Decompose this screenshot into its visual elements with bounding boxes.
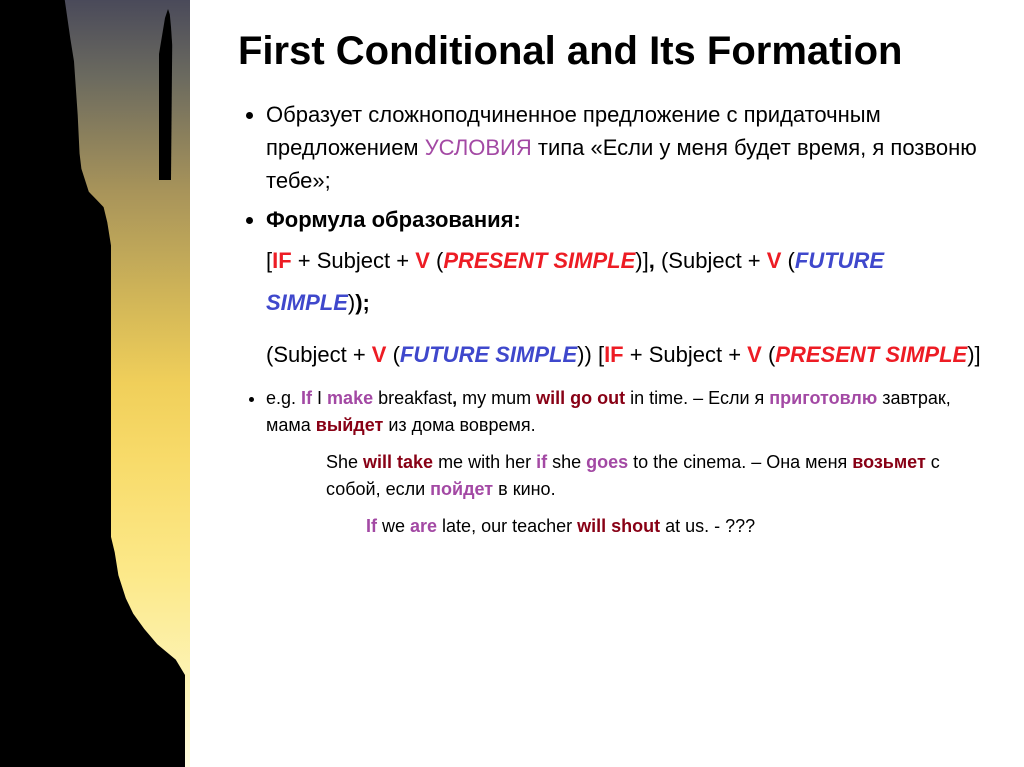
paren: ( [386,342,399,367]
text: + Subject + [624,342,748,367]
text: we [377,516,410,536]
bullet-example-1: e.g. If I make breakfast, my mum will go… [266,385,984,540]
text: в кино. [493,479,555,499]
paren: ) [967,342,974,367]
verb-ru: выйдет [316,415,384,435]
slide-content: First Conditional and Its Formation Обра… [190,0,1024,767]
comma: , [452,388,462,408]
verb: will take [363,452,433,472]
text: + Subject + [292,248,416,273]
comma: , [649,248,661,273]
text: из дома вовремя. [383,415,535,435]
paren: ); [355,290,370,315]
bullet-list: Образует сложноподчиненное предложение с… [238,98,984,540]
text: me with her [433,452,536,472]
verb-marker: V [747,342,762,367]
if-keyword: IF [272,248,292,273]
verb: will go out [536,388,625,408]
present-simple: PRESENT SIMPLE [775,342,967,367]
verb-ru: пойдет [430,479,493,499]
paren: ( [762,342,775,367]
text: late, our teacher [437,516,577,536]
formula-label: Формула образования: [266,207,521,232]
text: Subject + [668,248,766,273]
example-3: If we are late, our teacher will shout a… [266,513,984,540]
text: in time. – Если я [625,388,769,408]
verb-ru: приготовлю [769,388,877,408]
formula-2: (Subject + V (FUTURE SIMPLE)) [IF + Subj… [266,334,984,376]
verb: are [410,516,437,536]
text: Subject + [273,342,371,367]
if-keyword: IF [604,342,624,367]
paren: ) [635,248,642,273]
text: breakfast [373,388,452,408]
bracket: ] [975,342,981,367]
verb: will shout [577,516,660,536]
paren: ( [781,248,794,273]
bullet-formula-label: Формула образования: [IF + Subject + V (… [266,203,984,375]
verb: make [327,388,373,408]
condition-word: УСЛОВИЯ [425,135,532,160]
bullet-definition: Образует сложноподчиненное предложение с… [266,98,984,197]
paren: ) [584,342,597,367]
text: at us. - ??? [660,516,755,536]
text: I [312,388,327,408]
eg-label: e.g. [266,388,301,408]
verb-ru: возьмет [852,452,926,472]
example-2: She will take me with her if she goes to… [266,449,984,503]
verb: goes [586,452,628,472]
text: She [326,452,363,472]
slide-title: First Conditional and Its Formation [238,28,984,74]
if-word: if [536,452,547,472]
if-word: If [301,388,312,408]
paren: ( [430,248,443,273]
future-simple: FUTURE SIMPLE [400,342,577,367]
verb-marker: V [767,248,782,273]
verb-marker: V [372,342,387,367]
present-simple: PRESENT SIMPLE [443,248,635,273]
formula-1: [IF + Subject + V (PRESENT SIMPLE)], (Su… [266,240,984,324]
text: my mum [462,388,536,408]
text: to the cinema. – Она меня [628,452,852,472]
text: she [547,452,586,472]
verb-marker: V [415,248,430,273]
if-word: If [366,516,377,536]
